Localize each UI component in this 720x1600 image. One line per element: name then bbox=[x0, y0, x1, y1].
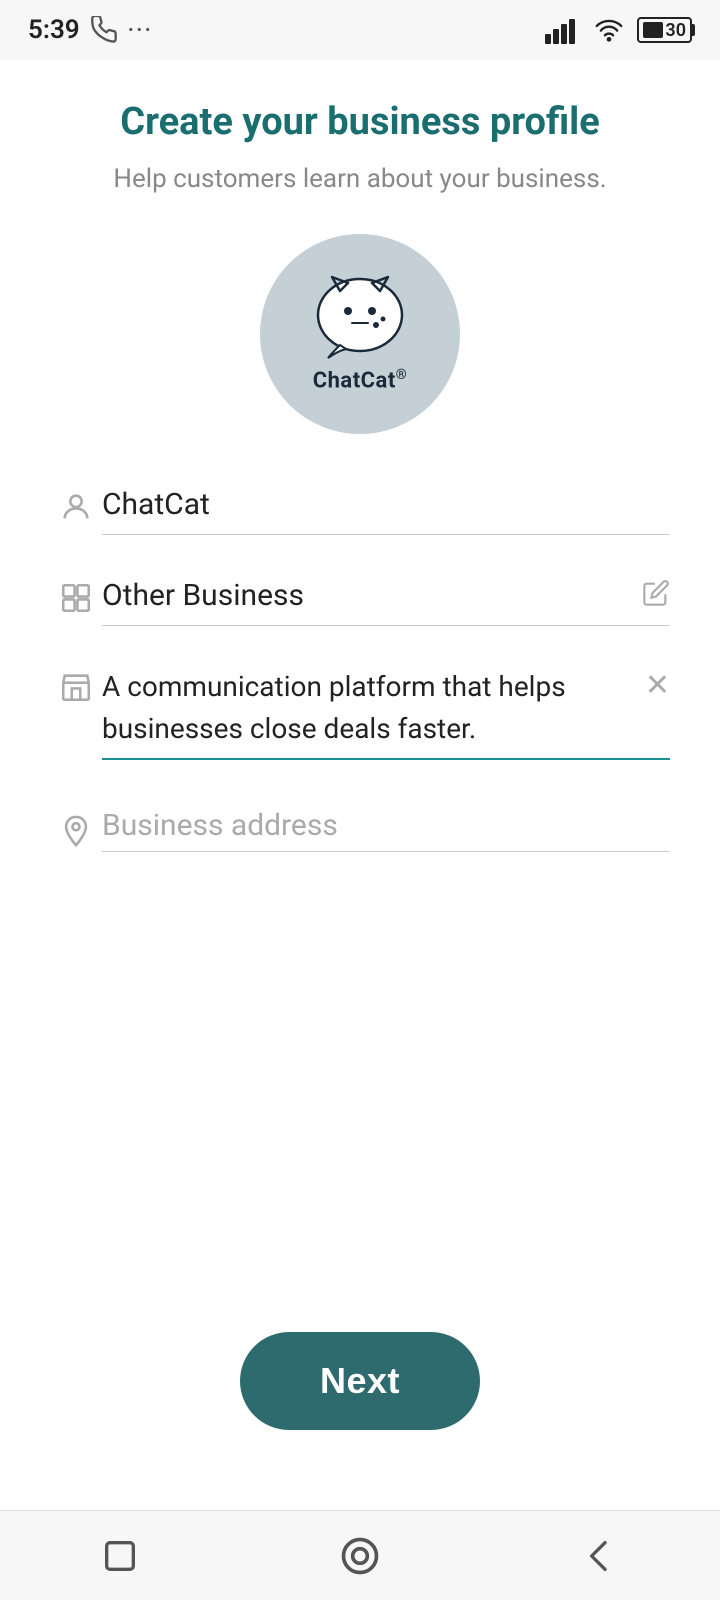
ellipsis: ··· bbox=[128, 18, 153, 43]
business-category-row: Other Business bbox=[50, 575, 670, 634]
nav-home-button[interactable] bbox=[334, 1530, 386, 1582]
clear-icon[interactable]: ✕ bbox=[645, 668, 670, 703]
form-section: ChatCat Other Business bbox=[50, 484, 670, 892]
page-subtitle: Help customers learn about your business… bbox=[113, 164, 606, 194]
business-name-value: ChatCat bbox=[102, 487, 210, 522]
status-right-icons: 30 bbox=[545, 16, 692, 44]
edit-icon[interactable] bbox=[642, 579, 670, 607]
business-name-row: ChatCat bbox=[50, 484, 670, 543]
main-content: Create your business profile Help custom… bbox=[0, 60, 720, 1112]
address-placeholder: Business address bbox=[102, 808, 338, 843]
page-title: Create your business profile bbox=[120, 100, 600, 146]
store-icon bbox=[50, 666, 102, 704]
business-name-field[interactable]: ChatCat bbox=[102, 484, 670, 535]
chatcat-logo-icon bbox=[310, 273, 410, 363]
description-row: A communication platform that helps busi… bbox=[50, 666, 670, 768]
status-bar: 5:39 ··· 30 bbox=[0, 0, 720, 60]
nav-bar bbox=[0, 1510, 720, 1600]
business-logo[interactable]: ChatCat® bbox=[260, 234, 460, 434]
button-area: Next bbox=[0, 1112, 720, 1510]
wifi-icon bbox=[591, 16, 627, 44]
signal-icon bbox=[545, 16, 581, 44]
phone-icon bbox=[90, 16, 118, 44]
address-field[interactable]: Business address bbox=[102, 808, 670, 852]
logo-label: ChatCat® bbox=[313, 367, 408, 393]
location-icon bbox=[50, 808, 102, 848]
person-icon bbox=[50, 484, 102, 524]
nav-square-button[interactable] bbox=[94, 1530, 146, 1582]
next-button[interactable]: Next bbox=[240, 1332, 480, 1430]
status-time: 5:39 ··· bbox=[28, 15, 153, 45]
logo-trademark: ® bbox=[396, 367, 408, 383]
battery-icon: 30 bbox=[637, 17, 692, 43]
address-row: Business address bbox=[50, 808, 670, 860]
category-icon bbox=[50, 575, 102, 615]
description-field[interactable]: A communication platform that helps busi… bbox=[102, 666, 670, 760]
description-value: A communication platform that helps busi… bbox=[102, 670, 566, 745]
business-category-field[interactable]: Other Business bbox=[102, 575, 670, 626]
business-category-value: Other Business bbox=[102, 578, 304, 613]
nav-back-button[interactable] bbox=[574, 1530, 626, 1582]
